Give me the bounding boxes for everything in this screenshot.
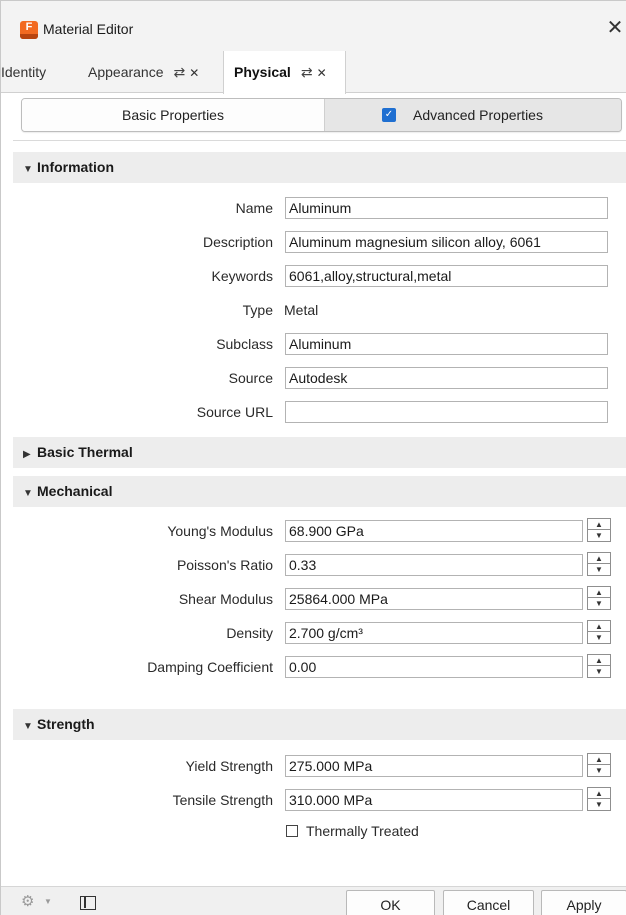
expanded-triangle-icon: ▼ <box>23 488 33 499</box>
section-basic-thermal-title: Basic Thermal <box>37 444 133 460</box>
section-information-title: Information <box>37 159 114 175</box>
tab-appearance-label: Appearance <box>88 64 164 80</box>
spin-up-icon[interactable]: ▲ <box>588 788 610 799</box>
title-bar: F Material Editor ✕ <box>1 1 626 51</box>
collapsed-triangle-icon: ▶ <box>23 449 31 460</box>
close-tab-icon[interactable]: ✕ <box>189 66 199 80</box>
swap-icon[interactable]: ⇄ <box>301 64 313 80</box>
bottom-toolbar: ⚙ ▼ OK Cancel Apply <box>1 886 626 915</box>
tensile-strength-spinner[interactable]: ▲ ▼ <box>587 787 611 811</box>
apply-button[interactable]: Apply <box>541 890 626 915</box>
source-label: Source <box>228 370 273 386</box>
density-field[interactable] <box>285 622 583 644</box>
tab-identity[interactable]: Identity <box>1 51 79 93</box>
source-url-label: Source URL <box>196 404 273 420</box>
section-basic-thermal-header[interactable]: ▶ Basic Thermal <box>13 437 626 468</box>
chevron-down-icon[interactable]: ▼ <box>44 897 52 906</box>
advanced-properties-button[interactable]: ✓ Advanced Properties <box>324 99 621 131</box>
tensile-strength-label: Tensile Strength <box>172 792 273 808</box>
shear-modulus-label: Shear Modulus <box>178 591 273 607</box>
spin-down-icon[interactable]: ▼ <box>588 632 610 643</box>
yield-strength-field[interactable] <box>285 755 583 777</box>
spin-up-icon[interactable]: ▲ <box>588 655 610 666</box>
divider <box>13 140 626 141</box>
yield-strength-spinner[interactable]: ▲ ▼ <box>587 753 611 777</box>
youngs-modulus-spinner[interactable]: ▲ ▼ <box>587 518 611 542</box>
spin-down-icon[interactable]: ▼ <box>588 666 610 677</box>
name-label: Name <box>235 200 273 216</box>
keywords-label: Keywords <box>211 268 273 284</box>
type-value: Metal <box>284 302 319 318</box>
spin-up-icon[interactable]: ▲ <box>588 754 610 765</box>
app-icon-letter: F <box>25 21 33 33</box>
spin-down-icon[interactable]: ▼ <box>588 799 610 810</box>
source-field[interactable] <box>285 367 608 389</box>
poissons-ratio-spinner[interactable]: ▲ ▼ <box>587 552 611 576</box>
fusion-app-icon: F <box>20 21 38 39</box>
tab-physical[interactable]: Physical ⇄ ✕ <box>223 51 346 94</box>
spin-down-icon[interactable]: ▼ <box>588 598 610 609</box>
spin-down-icon[interactable]: ▼ <box>588 530 610 541</box>
swap-icon[interactable]: ⇄ <box>174 64 186 80</box>
property-mode-toggle: Basic Properties ✓ Advanced Properties <box>21 98 622 132</box>
material-browser-icon[interactable]: ⚙ <box>21 894 39 910</box>
spin-up-icon[interactable]: ▲ <box>588 519 610 530</box>
close-tab-icon[interactable]: ✕ <box>317 66 327 80</box>
basic-properties-label: Basic Properties <box>122 107 224 123</box>
ok-label: OK <box>380 897 401 913</box>
youngs-modulus-field[interactable] <box>285 520 583 542</box>
tab-physical-label: Physical <box>234 64 291 80</box>
spin-down-icon[interactable]: ▼ <box>588 765 610 776</box>
tab-appearance[interactable]: Appearance ⇄ ✕ <box>88 51 222 93</box>
advanced-properties-checkbox[interactable]: ✓ <box>382 108 396 122</box>
description-field[interactable] <box>285 231 608 253</box>
youngs-modulus-label: Young's Modulus <box>167 523 273 539</box>
density-label: Density <box>226 625 273 641</box>
subclass-label: Subclass <box>216 336 273 352</box>
cancel-button[interactable]: Cancel <box>443 890 534 915</box>
source-url-field[interactable] <box>285 401 608 423</box>
spin-up-icon[interactable]: ▲ <box>588 553 610 564</box>
section-information-header[interactable]: ▼ Information <box>13 152 626 183</box>
subclass-field[interactable] <box>285 333 608 355</box>
spin-down-icon[interactable]: ▼ <box>588 564 610 575</box>
shear-modulus-spinner[interactable]: ▲ ▼ <box>587 586 611 610</box>
expanded-triangle-icon: ▼ <box>23 164 33 175</box>
description-label: Description <box>202 234 273 250</box>
poissons-ratio-label: Poisson's Ratio <box>176 557 273 573</box>
ok-button[interactable]: OK <box>346 890 435 915</box>
shear-modulus-field[interactable] <box>285 588 583 610</box>
yield-strength-label: Yield Strength <box>185 758 273 774</box>
close-window-button[interactable]: ✕ <box>604 17 626 39</box>
thermally-treated-label: Thermally Treated <box>306 823 419 839</box>
basic-properties-button[interactable]: Basic Properties <box>22 99 324 131</box>
section-mechanical-header[interactable]: ▼ Mechanical <box>13 476 626 507</box>
thermally-treated-checkbox[interactable]: Thermally Treated <box>286 823 419 839</box>
window-title: Material Editor <box>43 21 134 37</box>
damping-coefficient-spinner[interactable]: ▲ ▼ <box>587 654 611 678</box>
damping-coefficient-label: Damping Coefficient <box>147 659 273 675</box>
spin-up-icon[interactable]: ▲ <box>588 587 610 598</box>
apply-label: Apply <box>566 897 602 913</box>
poissons-ratio-field[interactable] <box>285 554 583 576</box>
expanded-triangle-icon: ▼ <box>23 721 33 732</box>
section-strength-title: Strength <box>37 716 95 732</box>
spin-up-icon[interactable]: ▲ <box>588 621 610 632</box>
tab-identity-label: Identity <box>1 64 47 80</box>
damping-coefficient-field[interactable] <box>285 656 583 678</box>
material-editor-window: F Material Editor ✕ Identity Appearance ⇄… <box>0 0 626 915</box>
section-strength-header[interactable]: ▼ Strength <box>13 709 626 740</box>
density-spinner[interactable]: ▲ ▼ <box>587 620 611 644</box>
cancel-label: Cancel <box>466 897 511 913</box>
name-field[interactable] <box>285 197 608 219</box>
keywords-field[interactable] <box>285 265 608 287</box>
checkbox-box[interactable] <box>286 825 298 837</box>
section-mechanical-title: Mechanical <box>37 483 113 499</box>
panel-toggle-icon[interactable] <box>80 896 96 910</box>
advanced-properties-label: Advanced Properties <box>413 107 543 123</box>
type-label: Type <box>242 302 273 318</box>
tensile-strength-field[interactable] <box>285 789 583 811</box>
tab-bar: Identity Appearance ⇄ ✕ Physical ⇄ ✕ <box>1 51 626 94</box>
